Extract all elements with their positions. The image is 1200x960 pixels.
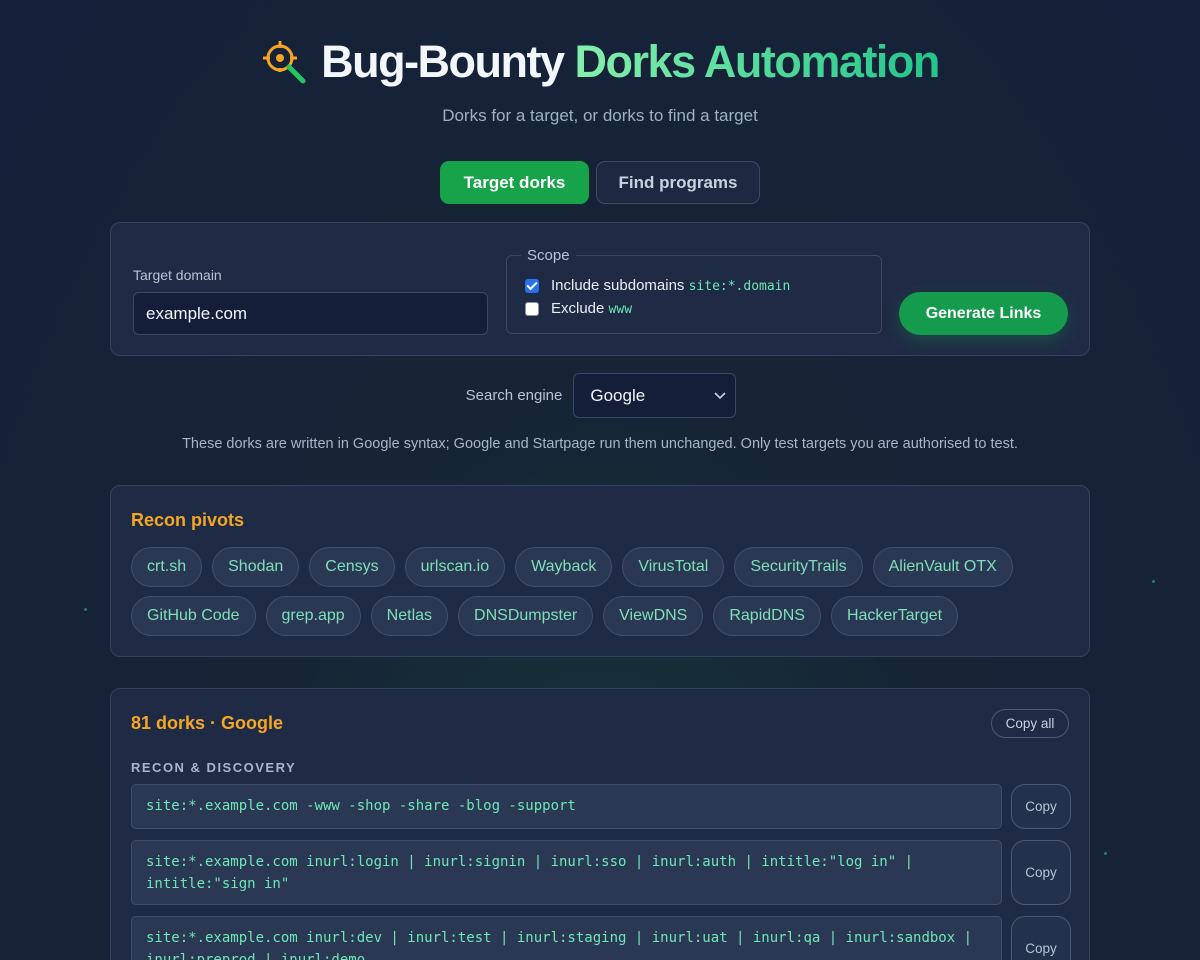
pivot-chip-grep-app[interactable]: grep.app [265,596,361,636]
group-title: RECON & DISCOVERY [131,760,297,775]
dork-item[interactable]: site:*.example.com -www -shop -share -bl… [131,784,1002,829]
scope-legend: Scope [521,247,576,264]
recon-pivots-title: Recon pivots [131,510,245,530]
pivot-chip-list: crt.sh Shodan Censys urlscan.io Wayback … [131,547,1031,636]
generate-links-button[interactable]: Generate Links [899,292,1068,335]
scope-fieldset: Scope Include subdomains site:*.domain E… [506,247,882,334]
pivot-chip-virustotal[interactable]: VirusTotal [622,547,725,587]
background-dot [1152,580,1155,583]
search-engine-row: Search engine Google [0,373,1200,418]
chevron-down-icon [714,391,726,399]
pivot-chip-alienvault[interactable]: AlienVault OTX [872,547,1013,587]
exclude-www-row[interactable]: Exclude www [525,300,632,317]
copy-button[interactable]: Copy [1011,784,1071,829]
pivot-chip-dnsdumpster[interactable]: DNSDumpster [458,596,594,636]
pivot-chip-github-code[interactable]: GitHub Code [131,596,256,636]
pivot-chip-crtsh[interactable]: crt.sh [131,547,203,587]
syntax-note: These dorks are written in Google syntax… [182,436,1018,452]
pivot-chip-censys[interactable]: Censys [309,547,395,587]
exclude-www-checkbox[interactable] [525,301,539,316]
exclude-code: www [608,302,633,317]
include-subdomains-text: Include subdomains [551,277,685,294]
page-subtitle: Dorks for a target, or dorks to find a t… [442,106,758,125]
exclude-www-label: Exclude www [551,300,632,317]
pivot-chip-urlscan[interactable]: urlscan.io [404,547,506,587]
dorks-panel: 81 dorks · Google Copy all RECON & DISCO… [110,688,1090,960]
pivot-chip-wayback[interactable]: Wayback [515,547,613,587]
title-row: Bug-Bounty Dorks Automation [0,36,1200,88]
pivot-chip-viewdns[interactable]: ViewDNS [603,596,704,636]
exclude-text: Exclude [551,300,605,317]
pivot-chip-rapiddns[interactable]: RapidDNS [713,596,821,636]
dork-item[interactable]: site:*.example.com inurl:login | inurl:s… [131,840,1002,905]
pivot-chip-securitytrails[interactable]: SecurityTrails [734,547,863,587]
search-engine-select[interactable]: Google [573,373,737,418]
pivot-chip-shodan[interactable]: Shodan [212,547,300,587]
search-engine-label: Search engine [465,387,563,404]
title-green-part: Dorks Automation [574,36,941,87]
copy-button[interactable]: Copy [1011,840,1071,905]
include-subdomains-label: Include subdomains site:*.domain [551,277,790,294]
title-white-part: Bug-Bounty [321,36,565,87]
tab-target-dorks[interactable]: Target dorks [440,161,589,204]
tab-find-programs[interactable]: Find programs [596,161,760,204]
dorks-title: 81 dorks · Google [131,713,284,733]
include-subdomains-code: site:*.domain [688,279,791,294]
pivot-chip-hackertarget[interactable]: HackerTarget [830,596,959,636]
crosshair-search-icon [263,41,306,84]
include-subdomains-checkbox[interactable] [525,278,539,293]
domain-label: Target domain [133,267,222,283]
search-engine-value: Google [590,385,646,405]
include-subdomains-row[interactable]: Include subdomains site:*.domain [525,277,790,294]
pivot-chip-netlas[interactable]: Netlas [370,596,449,636]
dork-item[interactable]: site:*.example.com inurl:dev | inurl:tes… [131,916,1002,960]
page-header: Bug-Bounty Dorks Automation Dorks for a … [0,36,1200,126]
recon-pivots-panel: Recon pivots crt.sh Shodan Censys urlsca… [110,485,1090,657]
page-title: Bug-Bounty Dorks Automation [321,36,941,88]
mode-tabs: Target dorks Find programs [0,161,1200,204]
copy-button[interactable]: Copy [1011,916,1071,960]
background-dot [1104,852,1107,855]
copy-all-button[interactable]: Copy all [991,709,1069,738]
domain-input[interactable] [133,292,488,335]
background-dot [84,608,87,611]
target-form-panel: Target domain Scope Include subdomains s… [110,222,1090,356]
